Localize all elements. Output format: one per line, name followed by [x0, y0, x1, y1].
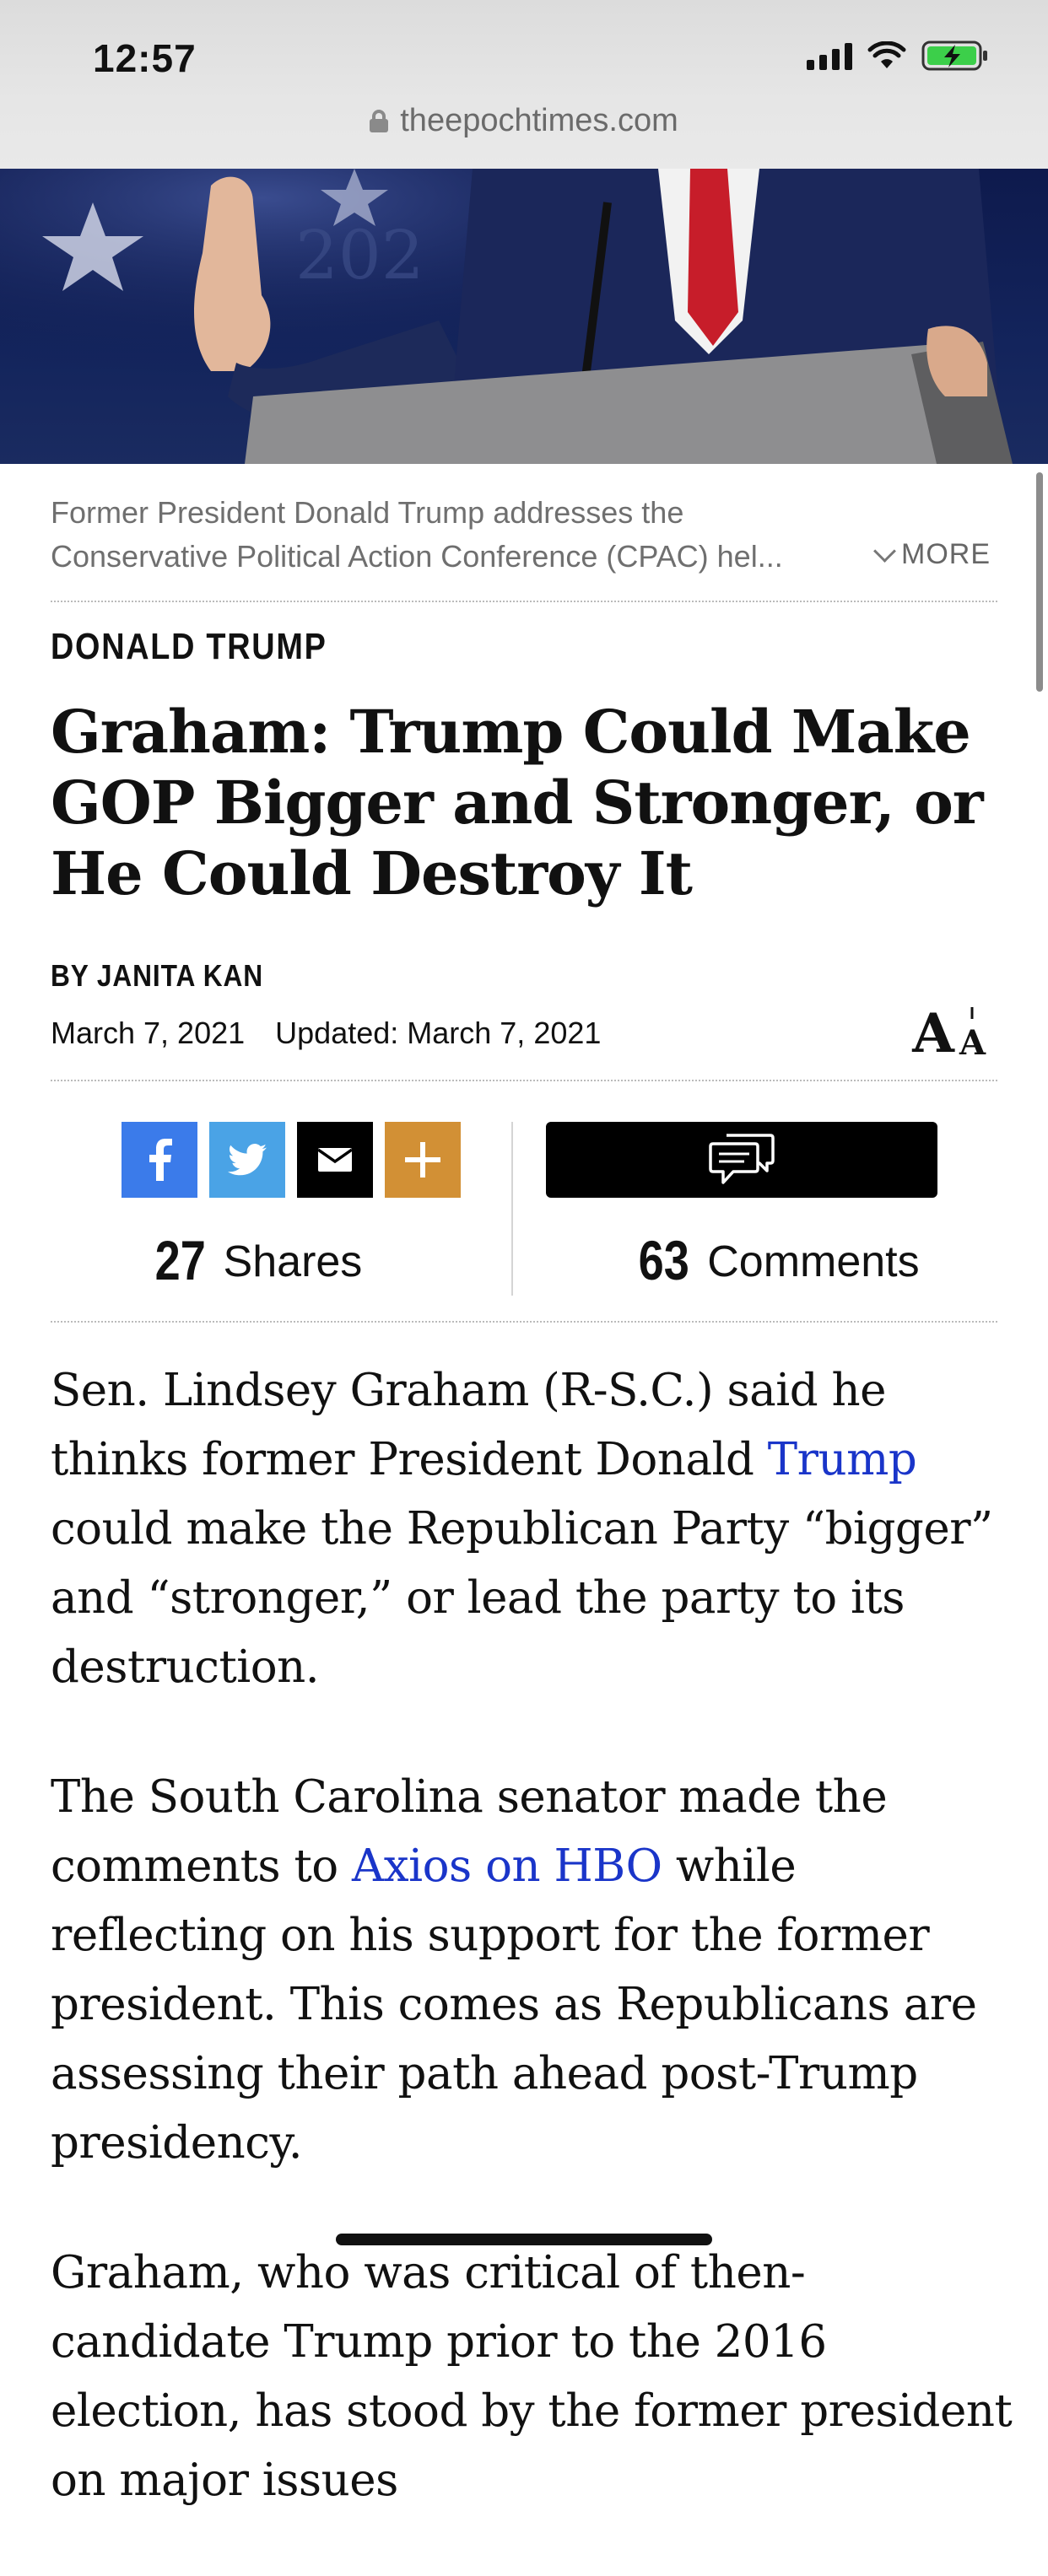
- battery-charging-icon: [921, 40, 989, 72]
- updated-date: Updated: March 7, 2021: [275, 1016, 602, 1050]
- paragraph-text: could make the Republican Party “bigger”…: [51, 1503, 993, 1693]
- more-label: MORE: [901, 538, 991, 570]
- author-link[interactable]: JANITA KAN: [97, 958, 263, 993]
- share-divider: [511, 1122, 513, 1296]
- paragraph: Sen. Lindsey Graham (R-S.C.) said he thi…: [51, 1356, 1013, 1702]
- facebook-share-button[interactable]: [122, 1122, 197, 1198]
- byline-prefix: BY: [51, 958, 89, 993]
- twitter-icon: [228, 1144, 267, 1176]
- divider: [51, 1321, 997, 1323]
- facebook-icon: [149, 1139, 172, 1181]
- svg-text:202: 202: [295, 216, 424, 294]
- paragraph-text: Sen. Lindsey Graham (R-S.C.) said he thi…: [51, 1365, 886, 1485]
- scrollbar[interactable]: [1036, 472, 1043, 692]
- more-share-button[interactable]: [385, 1122, 461, 1198]
- hero-image: 202: [0, 169, 1048, 464]
- shares-number: 27: [154, 1229, 206, 1291]
- chevron-down-icon: [873, 540, 896, 563]
- comments-button[interactable]: [546, 1122, 937, 1198]
- shares-count: 27 Shares: [0, 1228, 511, 1292]
- hero-caption: Former President Donald Trump addresses …: [51, 491, 996, 579]
- mail-icon: [318, 1148, 352, 1172]
- email-share-button[interactable]: [297, 1122, 373, 1198]
- url-bar[interactable]: theepochtimes.com: [0, 100, 1048, 142]
- byline: BY JANITA KAN: [51, 958, 263, 994]
- share-buttons: [122, 1122, 461, 1198]
- published-date: March 7, 2021: [51, 1016, 246, 1050]
- trump-link[interactable]: Trump: [768, 1434, 917, 1485]
- article-body: Sen. Lindsey Graham (R-S.C.) said he thi…: [51, 1356, 1013, 2576]
- twitter-share-button[interactable]: [209, 1122, 285, 1198]
- comments-number: 63: [638, 1229, 690, 1291]
- lock-icon: [370, 110, 389, 132]
- divider: [51, 601, 997, 602]
- shares-label: Shares: [223, 1237, 363, 1286]
- cellular-signal-icon: [807, 41, 852, 70]
- browser-top-bar: 12:57 theepochtimes.com: [0, 0, 1048, 170]
- home-indicator[interactable]: [336, 2234, 712, 2245]
- caption-line: Former President Donald Trump addresses …: [51, 495, 684, 530]
- caption-more-button[interactable]: MORE: [873, 538, 991, 571]
- article-headline: Graham: Trump Could Make GOP Bigger and …: [51, 697, 984, 908]
- font-size-icon[interactable]: AA: [912, 1002, 986, 1061]
- axios-hbo-link[interactable]: Axios on HBO: [352, 1840, 662, 1892]
- paragraph: Graham, who was critical of then-candida…: [51, 2247, 1013, 2506]
- status-icons: [807, 39, 989, 73]
- caption-line: Conservative Political Action Conference…: [51, 539, 783, 574]
- plus-icon: [405, 1142, 440, 1178]
- url-text: theepochtimes.com: [400, 102, 678, 138]
- divider: [51, 1080, 997, 1081]
- section-link[interactable]: DONALD TRUMP: [51, 626, 327, 668]
- comments-icon: [709, 1134, 775, 1184]
- article-dates: March 7, 2021 Updated: March 7, 2021: [51, 1016, 601, 1051]
- paragraph: The South Carolina senator made the comm…: [51, 1763, 1013, 2178]
- status-time: 12:57: [93, 36, 197, 80]
- comments-count: 63 Comments: [523, 1228, 1029, 1292]
- comments-label: Comments: [707, 1237, 920, 1286]
- wifi-icon: [867, 41, 906, 70]
